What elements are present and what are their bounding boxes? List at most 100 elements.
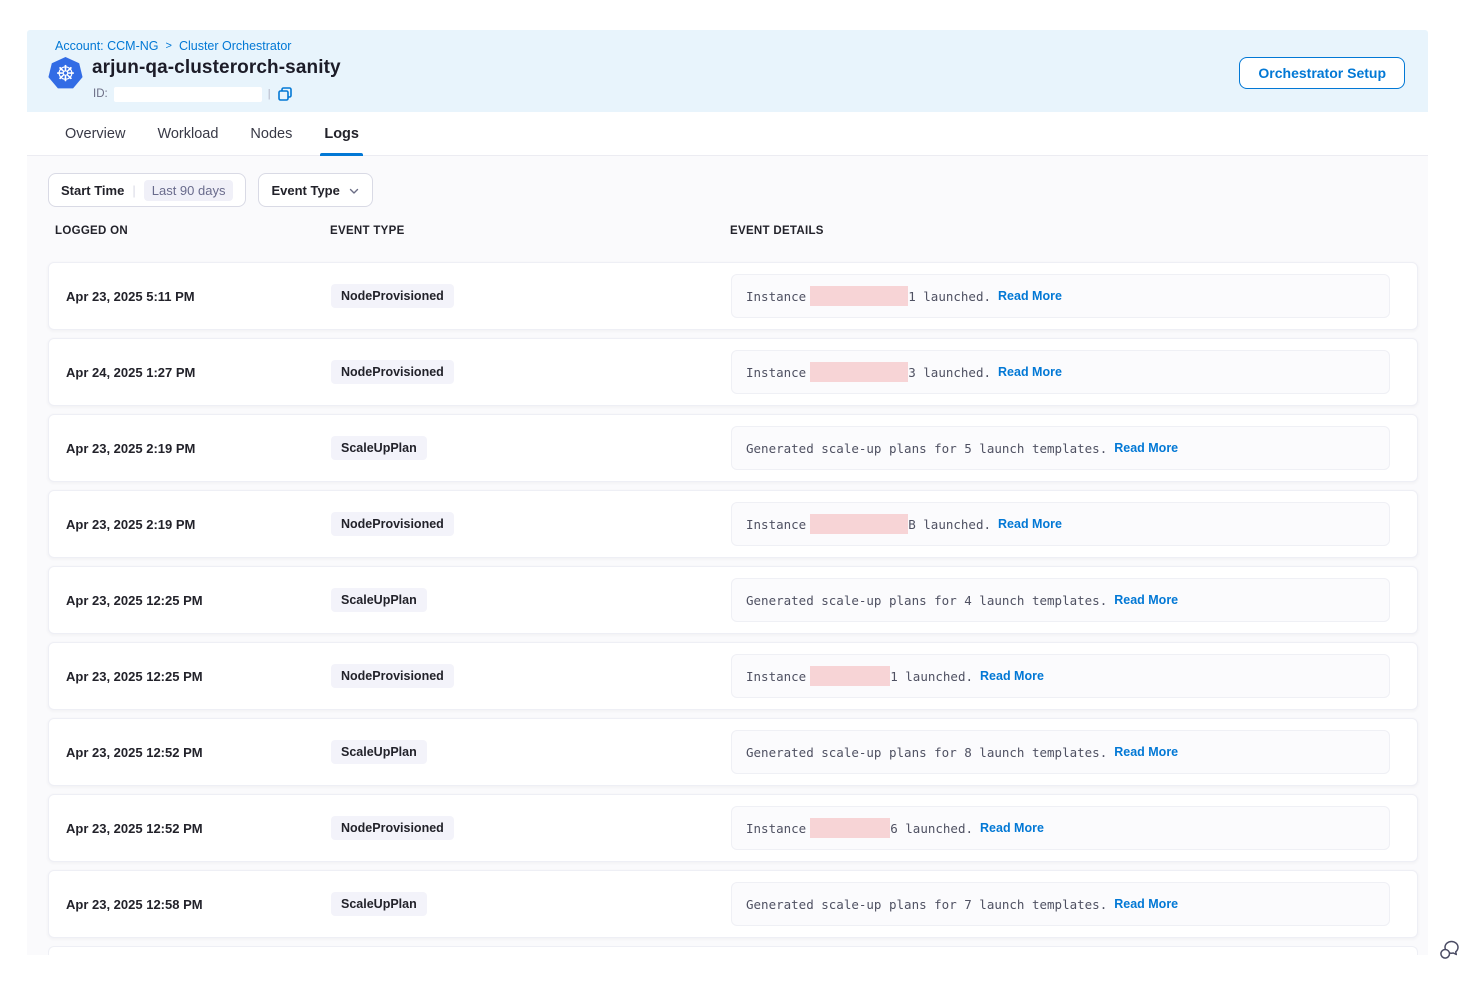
logged-on-value: Apr 23, 2025 2:19 PM [66,517,331,532]
table-row: Apr 23, 2025 2:19 PM ScaleUpPlan Generat… [48,414,1418,482]
read-more-link[interactable]: Read More [980,669,1044,683]
event-type-badge: NodeProvisioned [331,284,454,308]
table-row: Apr 24, 2025 1:27 PM NodeProvisioned Ins… [48,338,1418,406]
event-type-badge: NodeProvisioned [331,360,454,384]
event-details-suffix: 1 launched. [890,669,973,684]
event-details-box: Generated scale-up plans for 8 launch te… [731,730,1390,774]
tab-logs[interactable]: Logs [324,112,359,156]
logged-on-value: Apr 23, 2025 12:25 PM [66,593,331,608]
breadcrumb-cluster-orchestrator-link[interactable]: Cluster Orchestrator [179,39,292,53]
logged-on-value: Apr 24, 2025 1:27 PM [66,365,331,380]
event-type-filter[interactable]: Event Type [258,173,372,207]
k8s-wheel-glyph: ☸ [56,63,76,85]
event-details-text: Instance [746,517,806,532]
kubernetes-icon: ☸ [48,57,83,90]
help-chat-icon[interactable] [1437,937,1462,962]
event-details-box: Instance 1 launched. Read More [731,274,1390,318]
filter-bar: Start Time | Last 90 days Event Type [48,173,373,207]
event-details-text: Generated scale-up plans for 4 launch te… [746,593,1107,608]
event-details-suffix: 1 launched. [908,289,991,304]
logged-on-value: Apr 23, 2025 12:58 PM [66,897,331,912]
event-details-text: Generated scale-up plans for 5 launch te… [746,441,1107,456]
id-label: ID: [93,88,108,100]
page-header: Account: CCM-NG > Cluster Orchestrator ☸… [27,30,1428,112]
log-rows: Apr 23, 2025 5:11 PM NodeProvisioned Ins… [48,262,1418,955]
read-more-link[interactable]: Read More [1114,745,1178,759]
event-details-box: Generated scale-up plans for 4 launch te… [731,578,1390,622]
table-row: Apr 23, 2025 12:25 PM ScaleUpPlan Genera… [48,566,1418,634]
page-title: arjun-qa-clusterorch-sanity [92,57,341,79]
start-time-value: Last 90 days [144,180,234,201]
event-type-badge: ScaleUpPlan [331,436,427,460]
event-details-box: Instance B launched. Read More [731,502,1390,546]
tab-workload[interactable]: Workload [157,112,218,156]
logged-on-value: Apr 23, 2025 5:11 PM [66,289,331,304]
table-row: Apr 23, 2025 5:11 PM NodeProvisioned Ins… [48,262,1418,330]
logged-on-value: Apr 23, 2025 12:52 PM [66,745,331,760]
tab-nodes[interactable]: Nodes [250,112,292,156]
orchestrator-setup-button[interactable]: Orchestrator Setup [1239,57,1405,89]
event-details-text: Generated scale-up plans for 7 launch te… [746,897,1107,912]
event-details-text: Instance [746,669,806,684]
table-row: Apr 23, 2025 12:52 PM NodeProvisioned In… [48,794,1418,862]
logged-on-value: Apr 23, 2025 12:52 PM [66,821,331,836]
table-header-row: LOGGED ON EVENT TYPE EVENT DETAILS [55,225,1388,237]
tab-bar: Overview Workload Nodes Logs [27,112,1428,156]
event-details-box: Instance 1 launched. Read More [731,654,1390,698]
event-details-text: Generated scale-up plans for 8 launch te… [746,745,1107,760]
cluster-orchestrator-page: Account: CCM-NG > Cluster Orchestrator ☸… [27,30,1428,955]
event-type-badge: ScaleUpPlan [331,588,427,612]
read-more-link[interactable]: Read More [998,289,1062,303]
table-row: Apr 23, 2025 12:52 PM ScaleUpPlan Genera… [48,718,1418,786]
cluster-id-line: ID: | [93,86,293,102]
table-row: Apr 23, 2025 2:19 PM NodeProvisioned Ins… [48,490,1418,558]
redacted-instance-id [810,666,890,686]
redacted-instance-id [810,514,908,534]
event-type-badge: NodeProvisioned [331,816,454,840]
event-details-text: Instance [746,365,806,380]
read-more-link[interactable]: Read More [1114,897,1178,911]
breadcrumb: Account: CCM-NG > Cluster Orchestrator [55,39,291,53]
start-time-filter[interactable]: Start Time | Last 90 days [48,173,246,207]
copy-icon[interactable] [277,86,293,102]
column-header-event-type: EVENT TYPE [330,225,730,237]
event-details-box: Generated scale-up plans for 7 launch te… [731,882,1390,926]
redacted-instance-id [810,362,908,382]
logs-content: Start Time | Last 90 days Event Type LOG… [27,156,1428,955]
read-more-link[interactable]: Read More [1114,593,1178,607]
event-type-badge: ScaleUpPlan [331,892,427,916]
event-type-badge: NodeProvisioned [331,664,454,688]
event-type-badge: NodeProvisioned [331,512,454,536]
logged-on-value: Apr 23, 2025 2:19 PM [66,441,331,456]
start-time-divider: | [132,183,135,198]
event-details-box: Generated scale-up plans for 5 launch te… [731,426,1390,470]
id-divider: | [268,88,271,100]
read-more-link[interactable]: Read More [998,517,1062,531]
event-details-box: Instance 3 launched. Read More [731,350,1390,394]
read-more-link[interactable]: Read More [980,821,1044,835]
event-details-box: Instance 6 launched. Read More [731,806,1390,850]
breadcrumb-account-link[interactable]: Account: CCM-NG [55,39,159,53]
read-more-link[interactable]: Read More [998,365,1062,379]
column-header-logged-on: LOGGED ON [55,225,330,237]
event-type-badge: ScaleUpPlan [331,740,427,764]
column-header-event-details: EVENT DETAILS [730,225,1388,237]
event-details-suffix: B launched. [908,517,991,532]
event-details-suffix: 3 launched. [908,365,991,380]
logged-on-value: Apr 23, 2025 12:25 PM [66,669,331,684]
table-row: Apr 23, 2025 12:58 PM ScaleUpPlan Genera… [48,870,1418,938]
redacted-instance-id [810,818,890,838]
breadcrumb-separator: > [166,40,172,52]
cluster-id-redacted [114,87,262,102]
chevron-down-icon [348,185,360,197]
event-details-text: Instance [746,289,806,304]
redacted-instance-id [810,286,908,306]
event-type-label: Event Type [271,183,339,198]
event-details-suffix: 6 launched. [890,821,973,836]
start-time-label: Start Time [61,183,124,198]
table-row: Apr 23, 2025 12:25 PM NodeProvisioned In… [48,642,1418,710]
table-row-partial [48,946,1418,955]
event-details-text: Instance [746,821,806,836]
tab-overview[interactable]: Overview [65,112,125,156]
read-more-link[interactable]: Read More [1114,441,1178,455]
